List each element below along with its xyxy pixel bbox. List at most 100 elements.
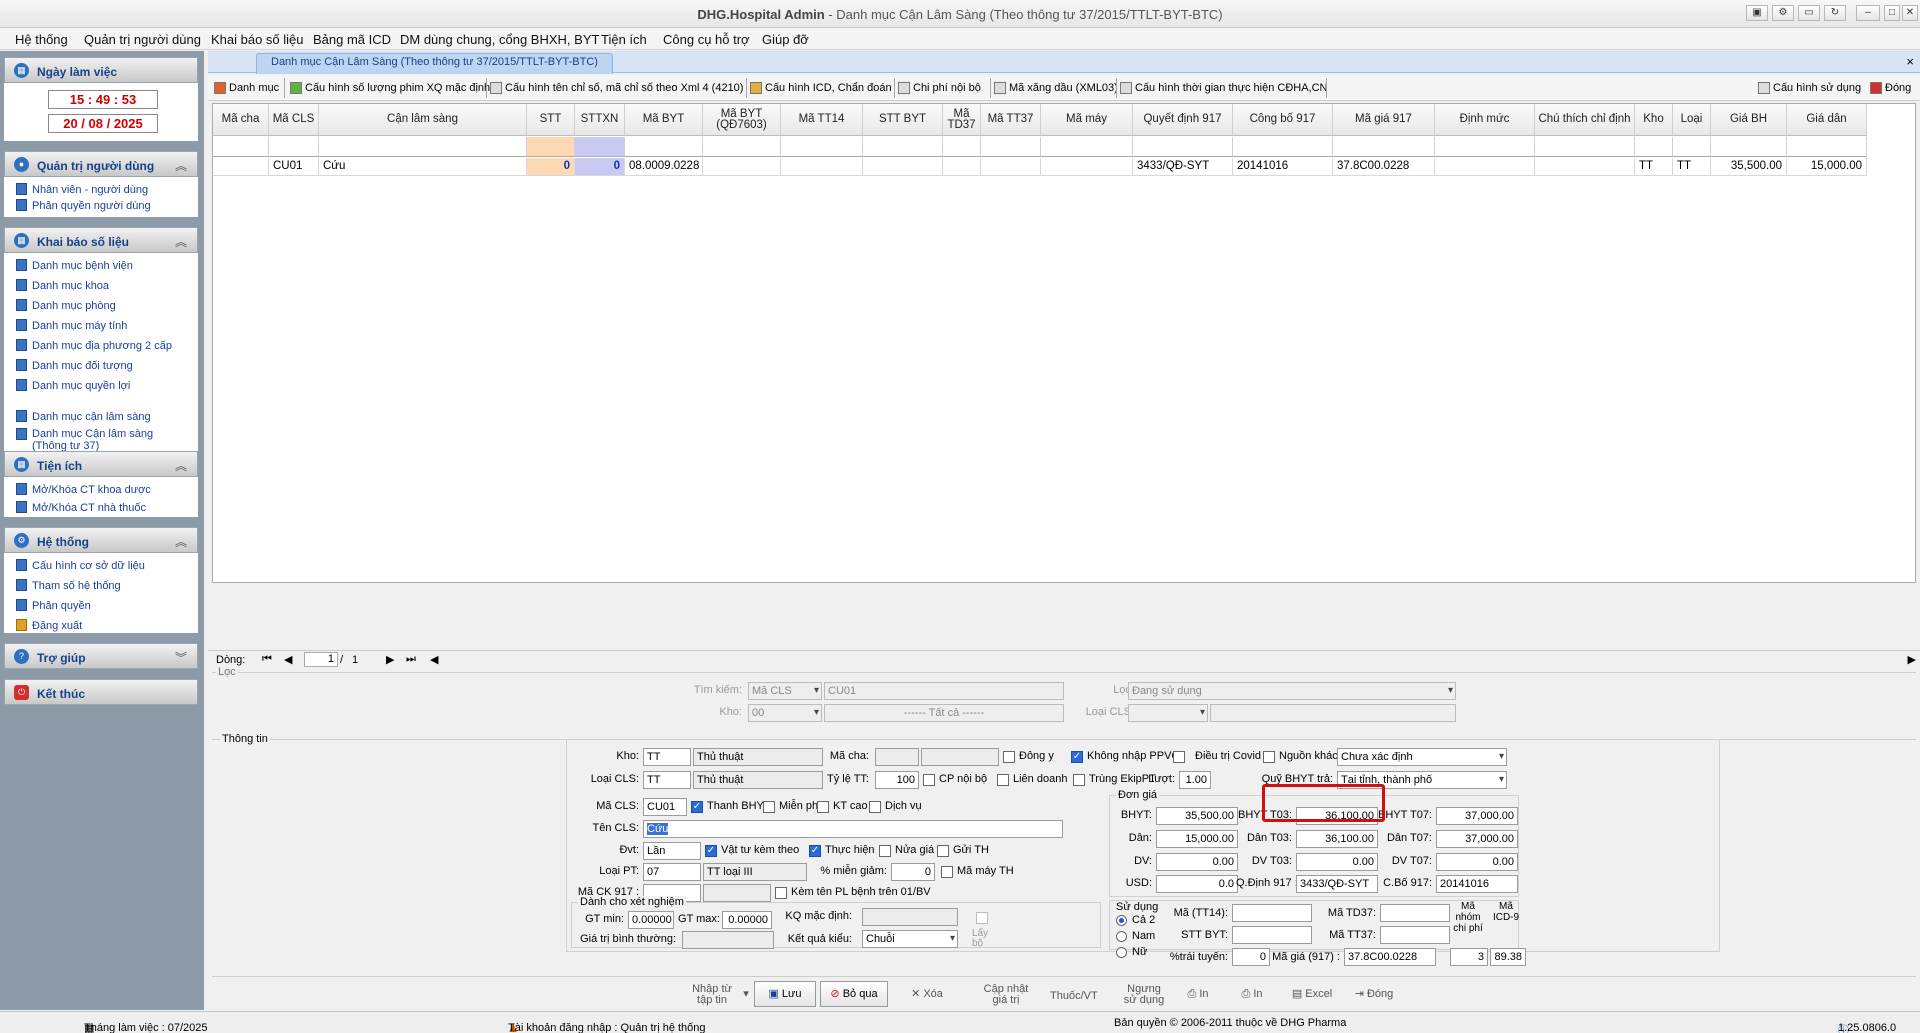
filter-cell[interactable] xyxy=(1711,137,1787,157)
table-cell[interactable]: 15,000.00 xyxy=(1787,158,1867,176)
thuc-hien-checkbox[interactable]: ✓ xyxy=(809,845,821,857)
search-input[interactable]: CU01 xyxy=(824,682,1064,700)
sidebar-item[interactable]: Danh mục quyền lợi xyxy=(16,379,130,395)
filter-cell[interactable] xyxy=(981,137,1041,157)
menu-he-thong[interactable]: Hệ thống xyxy=(15,32,68,47)
gender-female-radio[interactable] xyxy=(1116,947,1127,958)
kt-cao-checkbox[interactable] xyxy=(817,801,829,813)
next-page-icon[interactable]: ▶ xyxy=(386,653,394,666)
cancel-button[interactable]: ⊘ Bỏ qua xyxy=(820,981,888,1007)
sidebar-item[interactable]: Danh mục máy tính xyxy=(16,319,127,335)
column-header[interactable]: STT xyxy=(527,104,575,136)
filter-cell[interactable] xyxy=(213,137,269,157)
filter-cell[interactable] xyxy=(269,137,319,157)
minimize-icon[interactable]: – xyxy=(1856,5,1880,21)
ma-tt14-input[interactable] xyxy=(1232,904,1312,922)
last-page-icon[interactable]: ⏭ xyxy=(406,653,416,666)
kem-ten-checkbox[interactable] xyxy=(775,887,787,899)
close-form-button[interactable]: ⇥ Đóng xyxy=(1346,981,1402,1007)
column-header[interactable]: Mã BYT (QĐ7603) xyxy=(703,104,781,136)
loai-cls-filter-select[interactable] xyxy=(1128,704,1208,722)
column-header[interactable]: STT BYT xyxy=(863,104,943,136)
vat-tu-checkbox[interactable]: ✓ xyxy=(705,845,717,857)
tbtn-ma-xang-dau[interactable]: Mã xăng dầu (XML03) xyxy=(992,78,1118,98)
qd917-input[interactable]: 3433/QĐ-SYT xyxy=(1296,875,1378,893)
table-cell[interactable]: 20141016 xyxy=(1233,158,1333,176)
table-cell[interactable]: 3433/QĐ-SYT xyxy=(1133,158,1233,176)
loai-pt-code-input[interactable]: 07 xyxy=(643,863,701,881)
column-header[interactable]: Quyết định 917 xyxy=(1133,104,1233,136)
filter-cell[interactable] xyxy=(1133,137,1233,157)
page-input[interactable]: 1 xyxy=(304,652,338,667)
menu-cong-cu[interactable]: Công cụ hỗ trợ xyxy=(663,32,750,47)
nguon-khac-checkbox[interactable] xyxy=(1263,751,1275,763)
table-cell[interactable]: TT xyxy=(1635,158,1673,176)
column-header[interactable]: Kho xyxy=(1635,104,1673,136)
tab-cls-tt37[interactable]: Danh mục Cận Lâm Sàng (Theo thông tư 37/… xyxy=(256,53,613,74)
column-header[interactable]: Mã cha xyxy=(213,104,269,136)
loc-select[interactable]: Đang sử dụng xyxy=(1128,682,1456,700)
table-cell[interactable]: Cứu xyxy=(319,158,527,176)
column-header[interactable]: Giá BH xyxy=(1711,104,1787,136)
mien-phi-checkbox[interactable] xyxy=(763,801,775,813)
tbtn-cau-hinh-icd[interactable]: Cấu hình ICD, Chẩn đoán xyxy=(748,78,892,98)
table-cell[interactable]: 0 xyxy=(527,158,575,176)
prev-page-icon[interactable]: ◀ xyxy=(284,653,292,666)
close-window-icon[interactable]: ✕ xyxy=(1902,5,1918,21)
filter-cell[interactable] xyxy=(575,137,625,157)
table-cell[interactable]: 37.8C00.0228 xyxy=(1333,158,1435,176)
lien-doanh-checkbox[interactable] xyxy=(997,774,1009,786)
filter-cell[interactable] xyxy=(863,137,943,157)
gt-min-input[interactable]: 0.00000 xyxy=(628,911,674,929)
table-cell[interactable] xyxy=(703,158,781,176)
filter-cell[interactable] xyxy=(703,137,781,157)
column-header[interactable]: Mã TT14 xyxy=(781,104,863,136)
sidebar-item[interactable]: Mở/Khóa CT nhà thuốc xyxy=(16,501,146,517)
panel-header[interactable]: ▦ Tiện ích ︽ xyxy=(4,451,198,477)
update-price-button[interactable]: Cập nhật giá trị xyxy=(962,981,1032,1007)
mien-giam-input[interactable]: 0 xyxy=(891,863,935,881)
panel-header[interactable]: ● Quản trị người dùng ︽ xyxy=(4,151,198,177)
table-cell[interactable] xyxy=(1435,158,1535,176)
loai-cls-code-input[interactable]: TT xyxy=(643,771,691,789)
print-button-2[interactable]: ⎙ In xyxy=(1230,981,1274,1007)
sidebar-item[interactable]: Danh mục địa phương 2 cấp xyxy=(16,339,172,355)
tool-icon-3[interactable]: ▭ xyxy=(1798,5,1820,21)
stt-byt-input[interactable] xyxy=(1232,926,1312,944)
suspend-button[interactable]: Ngưng sử dụng xyxy=(1102,981,1168,1007)
gt-max-input[interactable]: 0.00000 xyxy=(722,911,772,929)
dan-input[interactable]: 15,000.00 xyxy=(1156,830,1238,848)
ma-cha-input[interactable] xyxy=(875,748,919,766)
dv-input[interactable]: 0.00 xyxy=(1156,853,1238,871)
kq-mac-dinh-input[interactable] xyxy=(862,908,958,926)
table-cell[interactable] xyxy=(1535,158,1635,176)
filter-cell[interactable] xyxy=(1787,137,1867,157)
close-tab-icon[interactable]: × xyxy=(1906,54,1914,69)
tbtn-cau-hinh-phim[interactable]: Cấu hình số lượng phim XQ mặc định xyxy=(288,78,490,98)
maximize-icon[interactable]: □ xyxy=(1884,5,1900,21)
thanh-bhyt-checkbox[interactable]: ✓ xyxy=(691,801,703,813)
menu-quan-tri[interactable]: Quản trị người dùng xyxy=(84,32,201,47)
table-cell[interactable]: CU01 xyxy=(269,158,319,176)
excel-button[interactable]: ▤ Excel xyxy=(1284,981,1340,1007)
nhom-input[interactable]: 3 xyxy=(1450,948,1488,966)
column-header[interactable]: Mã giá 917 xyxy=(1333,104,1435,136)
sidebar-item[interactable]: Nhân viên - người dùng xyxy=(16,183,148,199)
filter-cell[interactable] xyxy=(1673,137,1711,157)
cbo917-input[interactable]: 20141016 xyxy=(1436,875,1518,893)
sidebar-item[interactable]: Danh mục cận lâm sàng xyxy=(16,410,151,426)
kho-filter-select[interactable]: 00 xyxy=(748,704,822,722)
dv-t07-input[interactable]: 0.00 xyxy=(1436,853,1518,871)
table-cell[interactable]: 08.0009.0228 xyxy=(625,158,703,176)
usd-input[interactable]: 0.0 xyxy=(1156,875,1238,893)
gui-th-checkbox[interactable] xyxy=(937,845,949,857)
filter-cell[interactable] xyxy=(1435,137,1535,157)
table-cell[interactable] xyxy=(943,158,981,176)
column-header[interactable]: Mã CLS xyxy=(269,104,319,136)
tbtn-cau-hinh-thoi-gian[interactable]: Cấu hình thời gian thực hiện CĐHA,CN xyxy=(1118,78,1328,98)
panel-header[interactable]: ⚙ Hệ thống ︽ xyxy=(4,527,198,553)
sidebar-item[interactable]: Danh mục phòng xyxy=(16,299,116,315)
filter-cell[interactable] xyxy=(1333,137,1435,157)
delete-button[interactable]: ✕ Xóa xyxy=(902,981,952,1007)
panel-header[interactable]: ? Trợ giúp ︾ xyxy=(4,643,198,669)
